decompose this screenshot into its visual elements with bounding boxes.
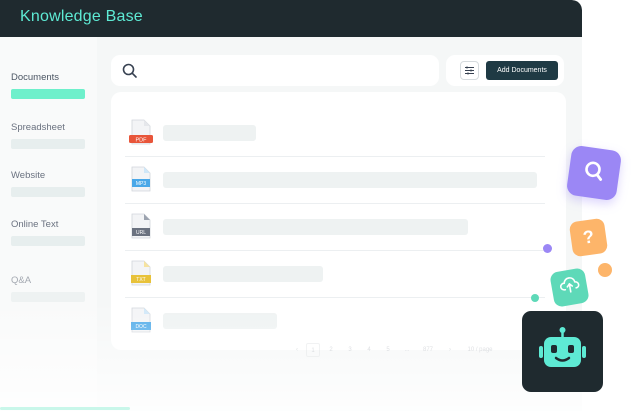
- page-link[interactable]: 3: [343, 343, 357, 357]
- toolbar: Add Documents: [446, 55, 564, 86]
- mp3-file-icon: MP3: [129, 166, 153, 199]
- search-input[interactable]: [111, 55, 439, 86]
- skeleton-bar: [11, 292, 85, 302]
- file-type-label: MP3: [136, 181, 147, 187]
- upload-badge: [549, 267, 590, 308]
- sidebar-item-label: Q&A: [11, 275, 32, 286]
- page-ellipsis: ...: [404, 347, 410, 353]
- skeleton-bar: [163, 125, 256, 141]
- decor-dot: [543, 244, 552, 253]
- page-link[interactable]: 1: [306, 343, 320, 357]
- file-type-label: URL: [136, 230, 146, 236]
- skeleton-bar: [11, 139, 85, 149]
- decor-dot: [531, 294, 539, 302]
- list-item[interactable]: MP3: [125, 156, 545, 204]
- url-file-icon: URL: [129, 213, 153, 246]
- page-link[interactable]: 2: [324, 343, 338, 357]
- sidebar-item-website[interactable]: Website: [11, 170, 85, 197]
- list-item[interactable]: DOC: [125, 297, 545, 344]
- cloud-upload-badge-icon: [558, 274, 582, 300]
- sidebar-item-spreadsheet[interactable]: Spreadsheet: [11, 122, 85, 149]
- skeleton-bar: [163, 266, 323, 282]
- app-title: Knowledge Base: [20, 8, 143, 25]
- add-documents-button[interactable]: Add Documents: [486, 61, 558, 80]
- sidebar-item-label: Spreadsheet: [11, 122, 65, 133]
- decor-dot: [598, 263, 612, 277]
- next-page-icon[interactable]: ›: [443, 343, 457, 357]
- file-type-label: TXT: [136, 277, 145, 283]
- search-badge: [565, 144, 623, 202]
- list-item[interactable]: TXT: [125, 250, 545, 298]
- sidebar-item-online-text[interactable]: Online Text: [11, 219, 85, 246]
- skeleton-bar: [11, 187, 85, 197]
- sidebar-item-label: Documents: [11, 72, 60, 83]
- skeleton-bar: [163, 313, 277, 329]
- page-link[interactable]: 5: [381, 343, 395, 357]
- page-size-select[interactable]: 10 / page: [462, 343, 498, 357]
- list-item[interactable]: PDF: [125, 109, 545, 157]
- accent-line: [0, 407, 130, 410]
- sidebar-item-documents[interactable]: Documents: [11, 72, 85, 99]
- skeleton-bar: [163, 172, 537, 188]
- prev-page-icon[interactable]: ‹: [290, 343, 304, 357]
- robot-icon: [537, 326, 588, 382]
- txt-file-icon: TXT: [129, 260, 153, 293]
- skeleton-bar: [11, 236, 85, 246]
- sidebar: Documents Spreadsheet Website Online Tex…: [0, 37, 97, 411]
- documents-list: PDF MP3 URL TXT DOC: [111, 92, 566, 350]
- sidebar-item-label: Online Text: [11, 219, 59, 230]
- pdf-file-icon: PDF: [129, 119, 153, 152]
- question-badge: ?: [568, 217, 609, 258]
- file-type-label: PDF: [136, 137, 148, 143]
- file-type-label: DOC: [135, 324, 147, 330]
- skeleton-bar: [163, 219, 468, 235]
- page-link[interactable]: 4: [362, 343, 376, 357]
- knowledge-base-window: Knowledge Base Documents Spreadsheet Web…: [0, 0, 582, 411]
- search-badge-icon: [580, 157, 608, 189]
- chatbot-card[interactable]: [522, 311, 603, 392]
- active-indicator: [11, 89, 85, 99]
- doc-file-icon: DOC: [129, 307, 153, 340]
- title-bar: Knowledge Base: [0, 0, 582, 37]
- list-item[interactable]: URL: [125, 203, 545, 251]
- search-icon: [122, 63, 137, 83]
- filter-button[interactable]: [460, 61, 479, 80]
- sidebar-item-label: Website: [11, 170, 46, 181]
- question-badge-icon: ?: [581, 226, 596, 248]
- page-link[interactable]: 877: [418, 343, 438, 357]
- sidebar-item-qa[interactable]: Q&A: [11, 275, 85, 302]
